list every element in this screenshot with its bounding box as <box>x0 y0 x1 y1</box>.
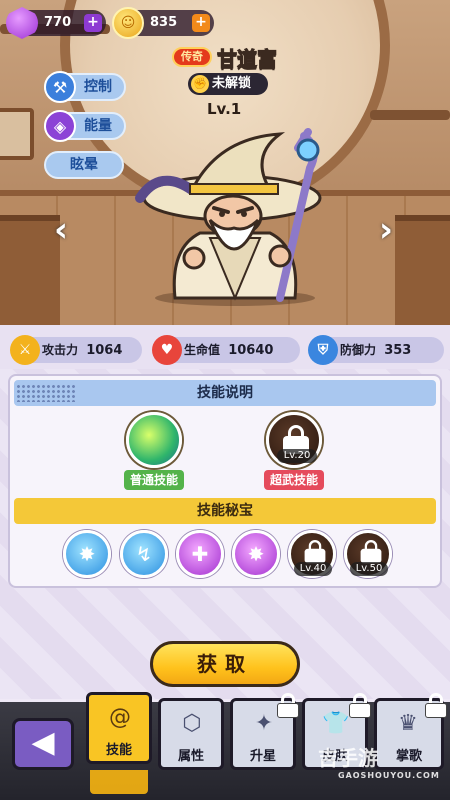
lock-icon <box>349 693 371 719</box>
energy-icon: ◈ <box>44 110 76 142</box>
locked-treasure[interactable]: Lv.50 <box>344 530 392 578</box>
treasure-header: 技能秘宝 <box>14 498 436 524</box>
lock-icon <box>277 693 299 719</box>
star-up-icon: ✦ <box>254 711 274 736</box>
stat-value: 10640 <box>228 343 274 358</box>
hexagon-icon: ⬡ <box>182 711 202 736</box>
stat-label: 生命值 <box>184 343 221 357</box>
sword-icon: ⚔ <box>10 335 40 365</box>
trait-control[interactable]: ⚒ 控制 <box>44 71 126 103</box>
watermark-url: GAOSHOUYOU.COM <box>338 771 440 780</box>
next-hero-button[interactable]: › <box>373 212 399 250</box>
locked-skill-icon: Lv.20 <box>266 412 322 468</box>
stat-value: 353 <box>384 343 412 358</box>
locked-treasure[interactable]: Lv.40 <box>288 530 336 578</box>
background-shelf <box>395 215 450 325</box>
trait-label: 眩晕 <box>70 157 98 173</box>
shirt-icon: 👕 <box>322 711 350 736</box>
tab-attributes[interactable]: ⬡ 属性 <box>158 698 224 770</box>
normal-skill[interactable]: 普通技能 <box>121 412 187 490</box>
super-weapon-skill[interactable]: Lv.20 超武技能 <box>261 412 327 490</box>
heart-icon: ♥ <box>152 335 182 365</box>
add-coins-button[interactable]: + <box>192 14 210 32</box>
trophy-icon: ♛ <box>398 711 418 736</box>
watermark: 吉手游 GAOSHOUYOU.COM <box>318 742 440 780</box>
skill-tag: 超武技能 <box>263 470 324 490</box>
hero-name: 甘道富 <box>217 47 278 72</box>
stat-health: ♥ 生命值 10640 <box>152 335 300 365</box>
tab-label: 升星 <box>249 749 276 764</box>
wizard-hero-illustration <box>135 128 322 306</box>
lock-icon <box>360 540 382 564</box>
skills-header: 技能说明 <box>14 380 436 406</box>
previous-hero-button[interactable]: ‹ <box>48 212 74 250</box>
stat-label: 攻击力 <box>42 343 79 357</box>
gem-amount: 770 <box>44 15 72 30</box>
rarity-badge: 传奇 <box>172 47 212 67</box>
header-pattern <box>16 384 76 402</box>
gem-counter: 770 + <box>6 7 106 39</box>
coin-icon: ☺ <box>112 7 144 39</box>
tab-skills[interactable]: @ 技能 <box>86 692 152 764</box>
stat-attack: ⚔ 攻击力 1064 <box>10 335 142 365</box>
unlock-level: Lv.50 <box>350 562 388 576</box>
burst-treasure-icon[interactable]: ✸ <box>63 530 111 578</box>
trait-label: 能量 <box>84 118 112 134</box>
acquire-button[interactable]: 获取 <box>150 641 300 687</box>
crystal-treasure-icon[interactable]: ✚ <box>176 530 224 578</box>
tab-label: 属性 <box>177 749 204 764</box>
hammer-icon: ⚒ <box>44 71 76 103</box>
trait-label: 控制 <box>84 79 112 95</box>
fist-icon: ✊ <box>191 75 209 93</box>
add-gems-button[interactable]: + <box>84 14 102 32</box>
trait-stun[interactable]: 眩晕 <box>44 151 124 179</box>
trait-energy[interactable]: ◈ 能量 <box>44 110 126 142</box>
coin-counter: ☺ 835 + <box>112 7 214 39</box>
wall-picture <box>0 108 34 160</box>
skill-tag: 普通技能 <box>123 470 184 490</box>
active-tab-indicator <box>90 770 148 794</box>
burst-treasure-icon[interactable]: ✸ <box>232 530 280 578</box>
stat-label: 防御力 <box>340 343 377 357</box>
watermark-name: 吉手游 <box>318 746 378 770</box>
speed-treasure-icon[interactable]: ↯ <box>120 530 168 578</box>
unlock-level: Lv.20 <box>277 449 317 463</box>
stat-defense: ⛨ 防御力 353 <box>308 335 444 365</box>
stat-value: 1064 <box>86 343 123 358</box>
spiral-icon: @ <box>109 705 131 730</box>
lock-icon <box>304 540 326 564</box>
coin-amount: 835 <box>150 15 178 30</box>
unlock-status-label: 未解锁 <box>212 76 252 91</box>
tab-star-up[interactable]: ✦ 升星 <box>230 693 299 770</box>
back-button[interactable]: ◀ <box>12 718 74 770</box>
hero-level: Lv.1 <box>207 100 242 118</box>
unlock-status: ✊ 未解锁 <box>188 73 268 95</box>
unlock-level: Lv.40 <box>294 562 332 576</box>
background-beam <box>370 110 450 120</box>
leaf-skill-icon <box>126 412 182 468</box>
lock-icon <box>425 693 447 719</box>
shield-icon: ⛨ <box>308 335 338 365</box>
tab-label: 技能 <box>105 743 132 758</box>
